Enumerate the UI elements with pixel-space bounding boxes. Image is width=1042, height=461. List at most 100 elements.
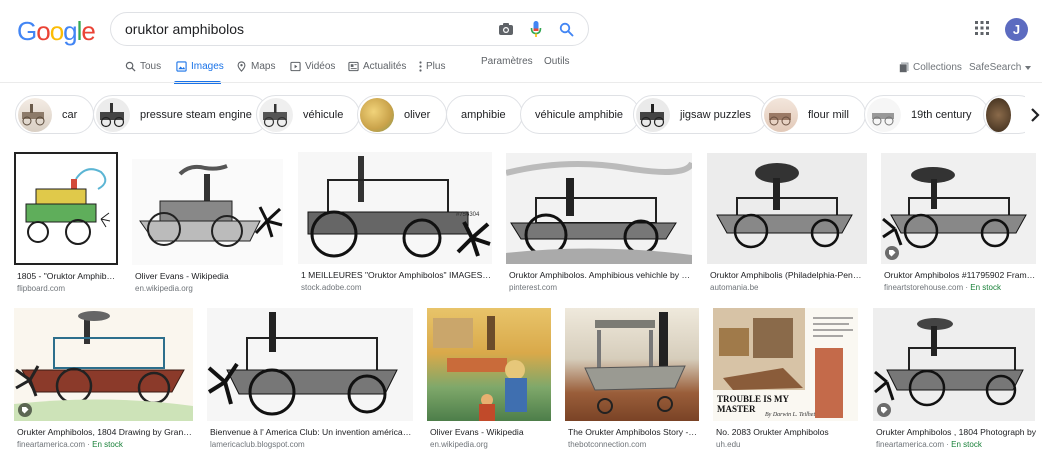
safesearch-label: SafeSearch bbox=[969, 62, 1022, 73]
result-caption[interactable]: 1 MEILLEURES "Oruktor Amphibolos" IMAGES… bbox=[301, 270, 491, 280]
tab-label: Images bbox=[191, 61, 224, 72]
account-avatar[interactable]: J bbox=[1005, 18, 1028, 41]
result-source[interactable]: en.wikipedia.org bbox=[135, 284, 193, 293]
result-caption[interactable]: Oruktor Amphibolos. Amphibious vehichle … bbox=[509, 270, 691, 280]
tab-parametres[interactable]: Paramètres bbox=[481, 56, 533, 67]
chip-thumbnail bbox=[18, 97, 52, 132]
result-source[interactable]: lamericaclub.blogspot.com bbox=[210, 440, 305, 449]
collections-link[interactable]: Collections bbox=[899, 62, 962, 73]
result-thumbnail[interactable] bbox=[881, 153, 1036, 264]
chip-thumbnail bbox=[96, 97, 130, 132]
safesearch-toggle[interactable]: SafeSearch bbox=[969, 62, 1032, 73]
microphone-icon[interactable] bbox=[522, 15, 550, 43]
chip-flour-mill[interactable]: flour mill bbox=[761, 95, 866, 134]
image-result[interactable]: #756304 1 MEILLEURES "Oruktor Amphibolos… bbox=[298, 152, 492, 297]
result-thumbnail[interactable] bbox=[207, 308, 413, 421]
image-result[interactable]: Oruktor Amphibolis (Philadelphia-Pennsyl… bbox=[707, 153, 867, 297]
result-caption[interactable]: Oruktor Amphibolos #11795902 Framed bbox=[884, 270, 1036, 280]
chip-amphibie[interactable]: amphibie bbox=[446, 95, 523, 134]
tab-label: Vidéos bbox=[305, 61, 336, 72]
result-thumbnail[interactable] bbox=[565, 308, 699, 421]
result-caption[interactable]: Orukter Amphibolos, 1804 Drawing by Gran… bbox=[17, 427, 192, 437]
result-source[interactable]: uh.edu bbox=[716, 440, 740, 449]
stock-id-overlay: #756304 bbox=[456, 212, 480, 218]
result-source[interactable]: pinterest.com bbox=[509, 283, 557, 292]
logo-letter: o bbox=[49, 16, 65, 46]
in-stock-badge: En stock bbox=[92, 440, 123, 449]
apps-grid-icon[interactable] bbox=[974, 20, 992, 38]
result-source[interactable]: thebotconnection.com bbox=[568, 440, 646, 449]
logo-letter: G bbox=[17, 16, 37, 46]
result-caption[interactable]: Oliver Evans - Wikipedia bbox=[135, 271, 283, 281]
result-caption[interactable]: Oliver Evans - Wikipedia bbox=[430, 427, 550, 437]
result-source[interactable]: automania.be bbox=[710, 283, 758, 292]
tab-label: Outils bbox=[544, 56, 570, 67]
result-thumbnail[interactable]: #756304 bbox=[298, 152, 492, 264]
result-caption[interactable]: No. 2083 Orukter Amphibolos bbox=[716, 427, 857, 437]
chip-jigsaw-puzzles[interactable]: jigsaw puzzles bbox=[633, 95, 768, 134]
image-result[interactable]: The Orukter Amphibolos Story - Bot thebo… bbox=[565, 308, 699, 453]
image-result[interactable]: Bienvenue à l' America Club: Un inventio… bbox=[207, 308, 413, 453]
result-source[interactable]: fineartamerica.com · En stock bbox=[17, 440, 123, 449]
result-caption[interactable]: The Orukter Amphibolos Story - Bot bbox=[568, 427, 698, 437]
image-result[interactable]: 1805 - "Oruktor Amphibolos" flipboard.co… bbox=[14, 152, 118, 297]
chip-car[interactable]: car bbox=[15, 95, 95, 134]
tab-tous[interactable]: Tous bbox=[125, 61, 161, 72]
result-thumbnail[interactable] bbox=[14, 152, 118, 265]
result-source[interactable]: fineartamerica.com · En stock bbox=[876, 440, 982, 449]
result-caption[interactable]: Bienvenue à l' America Club: Un inventio… bbox=[210, 427, 412, 437]
book-title-overlay: TROUBLE IS MY MASTER bbox=[717, 394, 789, 414]
camera-icon[interactable] bbox=[492, 15, 520, 43]
result-caption[interactable]: Orukter Amphibolos , 1804 Photograph by bbox=[876, 427, 1038, 437]
result-thumbnail[interactable]: TROUBLE IS MY MASTER By Darwin L. Teilhe… bbox=[713, 308, 858, 421]
chip-thumbnail bbox=[636, 97, 670, 132]
search-input[interactable]: oruktor amphibolos bbox=[125, 21, 492, 37]
result-thumbnail[interactable] bbox=[132, 159, 283, 265]
image-result[interactable]: Oruktor Amphibolos #11795902 Framed fine… bbox=[881, 153, 1036, 297]
result-thumbnail[interactable] bbox=[506, 153, 692, 264]
image-result[interactable]: TROUBLE IS MY MASTER By Darwin L. Teilhe… bbox=[713, 308, 858, 453]
image-result[interactable]: Orukter Amphibolos, 1804 Drawing by Gran… bbox=[14, 308, 193, 453]
result-source[interactable]: stock.adobe.com bbox=[301, 283, 361, 292]
image-result[interactable]: Oliver Evans - Wikipedia en.wikipedia.or… bbox=[427, 308, 551, 453]
source-domain: fineartstorehouse.com bbox=[884, 283, 964, 292]
chevron-right-icon[interactable] bbox=[1025, 95, 1042, 134]
result-thumbnail[interactable] bbox=[873, 308, 1035, 421]
tab-label: Actualités bbox=[363, 61, 407, 72]
result-thumbnail[interactable] bbox=[707, 153, 867, 264]
logo-letter: o bbox=[36, 16, 51, 46]
search-box[interactable]: oruktor amphibolos bbox=[110, 12, 589, 46]
product-tag-icon bbox=[18, 403, 32, 417]
tab-outils[interactable]: Outils bbox=[544, 56, 570, 67]
chip-oliver[interactable]: oliver bbox=[357, 95, 448, 134]
result-thumbnail[interactable] bbox=[427, 308, 551, 421]
chip-label: jigsaw puzzles bbox=[680, 108, 751, 121]
result-thumbnail[interactable] bbox=[14, 308, 193, 421]
image-result[interactable]: Oruktor Amphibolos. Amphibious vehichle … bbox=[506, 153, 692, 297]
chip-vehicule-amphibie[interactable]: véhicule amphibie bbox=[520, 95, 641, 134]
search-icon[interactable] bbox=[552, 15, 580, 43]
tab-plus[interactable]: Plus bbox=[419, 61, 445, 72]
google-logo[interactable]: Google bbox=[17, 16, 96, 47]
product-tag-icon bbox=[885, 246, 899, 260]
chip-vehicule[interactable]: véhicule bbox=[256, 95, 361, 134]
result-caption[interactable]: 1805 - "Oruktor Amphibolos" bbox=[17, 271, 117, 281]
image-result[interactable]: Oliver Evans - Wikipedia en.wikipedia.or… bbox=[132, 159, 283, 297]
map-pin-icon bbox=[237, 61, 246, 72]
chip-thumbnail bbox=[986, 97, 1011, 132]
header-divider bbox=[0, 82, 1042, 83]
tab-label: Plus bbox=[426, 61, 446, 72]
result-source[interactable]: en.wikipedia.org bbox=[430, 440, 488, 449]
product-tag-icon bbox=[877, 403, 891, 417]
in-stock-badge: En stock bbox=[951, 440, 982, 449]
chip-19th-century[interactable]: 19th century bbox=[864, 95, 989, 134]
image-result[interactable]: Orukter Amphibolos , 1804 Photograph by … bbox=[873, 308, 1038, 453]
tab-images[interactable]: Images bbox=[176, 61, 224, 72]
tab-maps[interactable]: Maps bbox=[236, 61, 275, 72]
result-source[interactable]: flipboard.com bbox=[17, 284, 65, 293]
tab-actualites[interactable]: Actualités bbox=[348, 61, 406, 72]
result-caption[interactable]: Oruktor Amphibolis (Philadelphia-Pennsyl… bbox=[710, 270, 866, 280]
result-source[interactable]: fineartstorehouse.com · En stock bbox=[884, 283, 1001, 292]
chip-pressure-steam-engine[interactable]: pressure steam engine bbox=[93, 95, 269, 134]
tab-videos[interactable]: Vidéos bbox=[290, 61, 335, 72]
